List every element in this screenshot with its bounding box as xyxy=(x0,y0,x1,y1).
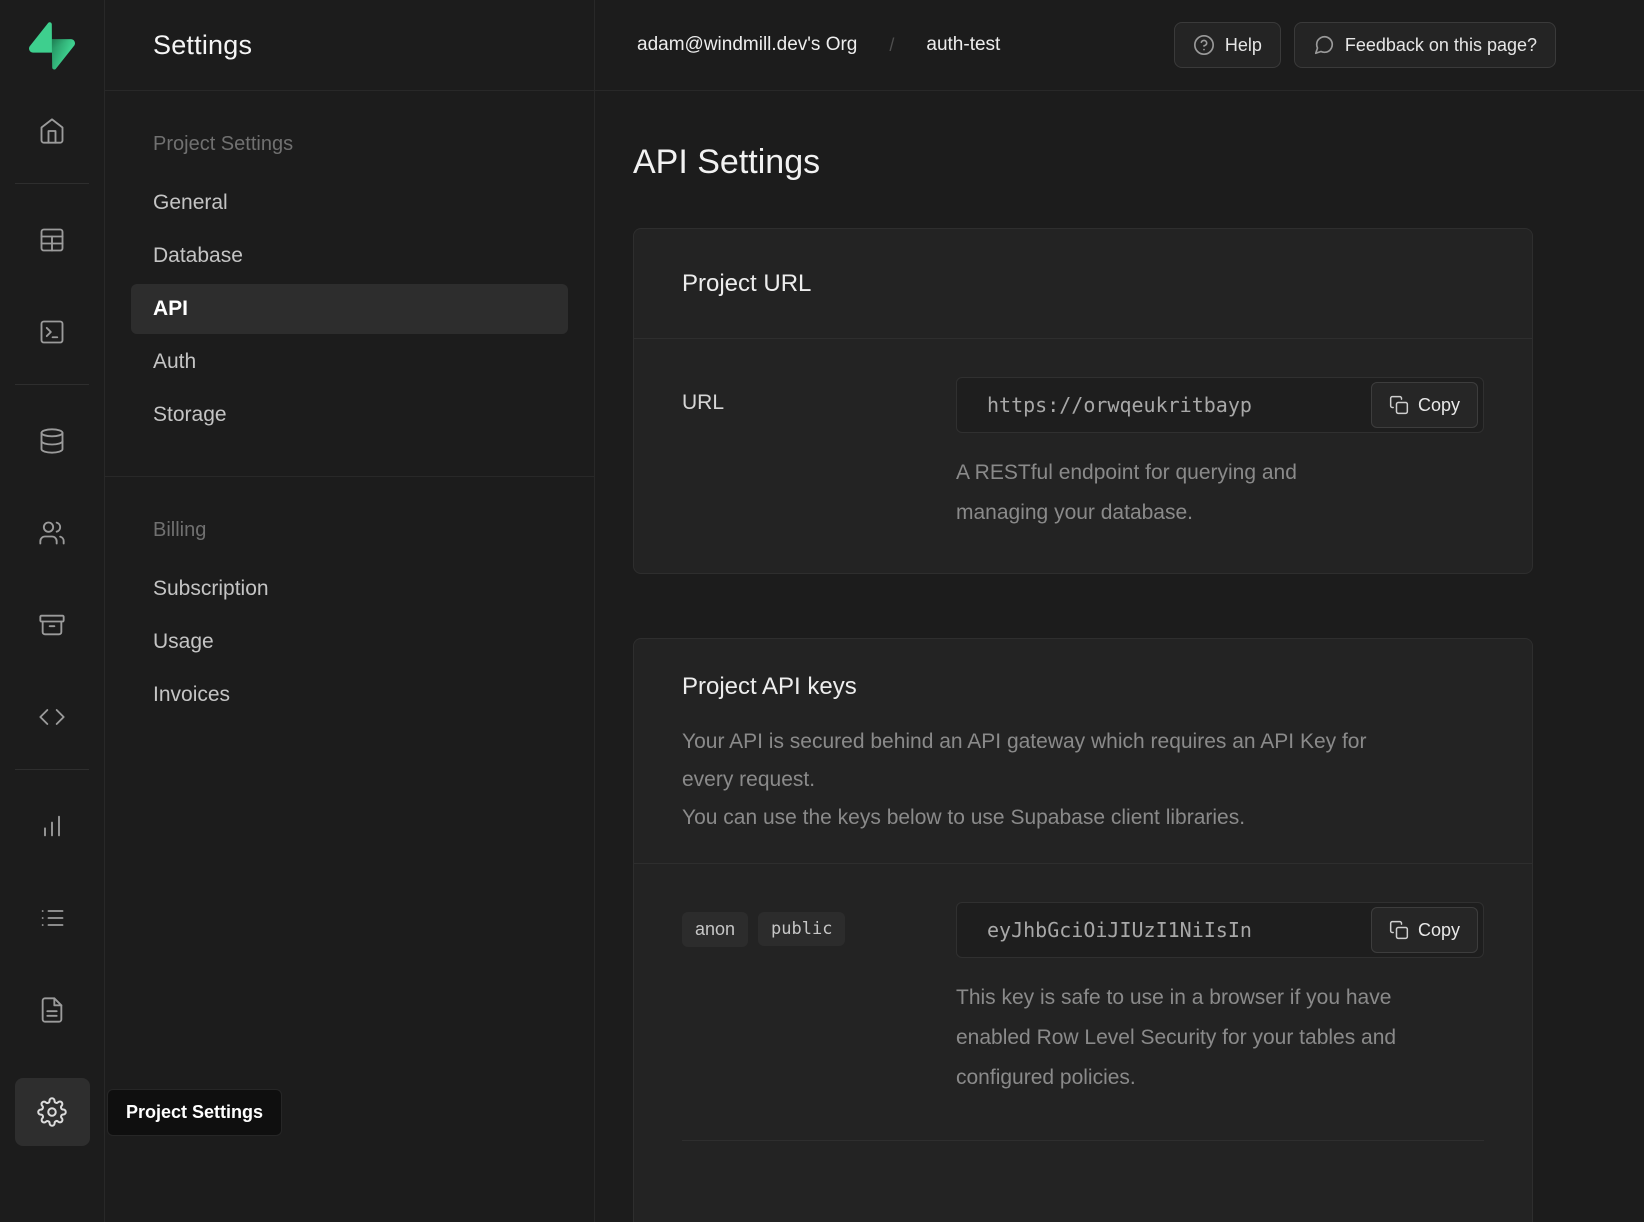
nav-storage-button[interactable] xyxy=(28,601,76,649)
primary-icon-sidebar xyxy=(0,0,105,1222)
settings-gear-icon xyxy=(37,1097,67,1127)
nav-project-settings-button[interactable] xyxy=(15,1078,90,1146)
breadcrumb-separator: / xyxy=(889,35,894,56)
public-badge: public xyxy=(758,912,845,946)
project-url-input[interactable]: https://orwqeukritbayp Copy xyxy=(956,377,1484,433)
settings-sidebar: Settings Project Settings General Databa… xyxy=(105,0,595,1222)
feedback-button[interactable]: Feedback on this page? xyxy=(1294,22,1556,68)
anon-key-badges: anon public xyxy=(682,902,956,1098)
docs-file-icon xyxy=(38,996,66,1024)
storage-archive-icon xyxy=(38,611,66,639)
nav-edge-functions-button[interactable] xyxy=(28,693,76,741)
project-url-card: Project URL URL https://orwqeukritbayp C… xyxy=(633,228,1533,574)
project-settings-section: Project Settings General Database API Au… xyxy=(131,133,568,440)
nav-auth-button[interactable] xyxy=(28,509,76,557)
billing-section: Billing Subscription Usage Invoices xyxy=(131,519,568,720)
sidebar-item-general[interactable]: General xyxy=(131,178,568,228)
nav-database-button[interactable] xyxy=(28,417,76,465)
nav-docs-button[interactable] xyxy=(28,986,76,1034)
copy-anon-key-button[interactable]: Copy xyxy=(1371,907,1478,953)
database-icon xyxy=(38,427,66,455)
nav-table-editor-button[interactable] xyxy=(28,216,76,264)
api-keys-description-1: Your API is secured behind an API gatewa… xyxy=(682,723,1372,799)
anon-key-description: This key is safe to use in a browser if … xyxy=(956,978,1436,1098)
auth-users-icon xyxy=(38,519,66,547)
nav-logs-button[interactable] xyxy=(28,894,76,942)
copy-url-label: Copy xyxy=(1418,395,1460,416)
home-icon xyxy=(38,117,66,145)
feedback-button-label: Feedback on this page? xyxy=(1345,35,1537,56)
api-keys-card: Project API keys Your API is secured beh… xyxy=(633,638,1533,1222)
api-keys-card-title: Project API keys xyxy=(682,673,1484,701)
app-root: Project Settings Settings Project Settin… xyxy=(0,0,1644,1222)
sidebar-item-invoices[interactable]: Invoices xyxy=(131,670,568,720)
feedback-bubble-icon xyxy=(1313,34,1335,56)
topbar: adam@windmill.dev's Org / auth-test Help… xyxy=(595,0,1644,91)
help-button[interactable]: Help xyxy=(1174,22,1281,68)
project-url-description: A RESTful endpoint for querying and mana… xyxy=(956,453,1376,533)
copy-anon-key-label: Copy xyxy=(1418,920,1460,941)
reports-chart-icon xyxy=(38,812,66,840)
project-url-card-body: URL https://orwqeukritbayp Copy A RESTfu… xyxy=(634,339,1532,573)
url-field-value: https://orwqeukritbayp Copy A RESTful en… xyxy=(956,377,1484,533)
settings-sidebar-header: Settings xyxy=(105,0,594,91)
nav-reports-button[interactable] xyxy=(28,802,76,850)
sidebar-item-database[interactable]: Database xyxy=(131,231,568,281)
project-settings-tooltip: Project Settings xyxy=(107,1089,282,1136)
url-field-row: URL https://orwqeukritbayp Copy A RESTfu… xyxy=(682,377,1484,533)
anon-key-input[interactable]: eyJhbGciOiJIUzI1NiIsIn Copy xyxy=(956,902,1484,958)
breadcrumb-project[interactable]: auth-test xyxy=(926,34,1000,56)
topbar-actions: Help Feedback on this page? xyxy=(1174,22,1556,68)
sidebar-item-usage[interactable]: Usage xyxy=(131,617,568,667)
rail-divider xyxy=(15,769,89,770)
logs-list-icon xyxy=(38,904,66,932)
api-keys-card-body: anon public eyJhbGciOiJIUzI1NiIsIn Copy xyxy=(634,864,1532,1222)
supabase-logo[interactable] xyxy=(0,0,105,92)
edge-functions-code-icon xyxy=(38,703,66,731)
project-url-card-title: Project URL xyxy=(682,270,811,298)
sidebar-item-subscription[interactable]: Subscription xyxy=(131,564,568,614)
anon-badge: anon xyxy=(682,912,748,947)
copy-url-button[interactable]: Copy xyxy=(1371,382,1478,428)
page-title: API Settings xyxy=(633,143,1644,182)
copy-icon xyxy=(1389,395,1409,415)
copy-icon xyxy=(1389,920,1409,940)
settings-sidebar-title: Settings xyxy=(153,30,252,61)
api-keys-description-2: You can use the keys below to use Supaba… xyxy=(682,799,1372,837)
rail-divider xyxy=(15,183,89,184)
rail-divider xyxy=(15,384,89,385)
rail-bottom xyxy=(15,1078,90,1146)
help-circle-icon xyxy=(1193,34,1215,56)
nav-sql-editor-button[interactable] xyxy=(28,308,76,356)
project-url-card-header: Project URL xyxy=(634,229,1532,339)
anon-key-value-col: eyJhbGciOiJIUzI1NiIsIn Copy This key is … xyxy=(956,902,1484,1098)
sidebar-item-storage[interactable]: Storage xyxy=(131,390,568,440)
sidebar-divider xyxy=(105,476,594,477)
next-key-row-cutoff xyxy=(682,1140,1484,1222)
main-column: adam@windmill.dev's Org / auth-test Help… xyxy=(595,0,1644,1222)
section-header-project-settings: Project Settings xyxy=(131,133,568,156)
supabase-logo-icon xyxy=(29,22,75,70)
sidebar-item-api[interactable]: API xyxy=(131,284,568,334)
breadcrumb-org[interactable]: adam@windmill.dev's Org xyxy=(637,34,857,56)
sidebar-item-auth[interactable]: Auth xyxy=(131,337,568,387)
project-url-value: https://orwqeukritbayp xyxy=(987,393,1252,417)
anon-key-row: anon public eyJhbGciOiJIUzI1NiIsIn Copy xyxy=(682,902,1484,1098)
rail-nav xyxy=(0,92,104,1222)
sql-editor-icon xyxy=(38,318,66,346)
nav-home-button[interactable] xyxy=(28,107,76,155)
breadcrumb: adam@windmill.dev's Org / auth-test xyxy=(637,34,1000,56)
settings-sidebar-nav: Project Settings General Database API Au… xyxy=(105,91,594,723)
url-field-label: URL xyxy=(682,377,956,533)
section-header-billing: Billing xyxy=(131,519,568,542)
api-settings-content: API Settings Project URL URL https://orw… xyxy=(595,91,1644,1222)
help-button-label: Help xyxy=(1225,35,1262,56)
table-editor-icon xyxy=(38,226,66,254)
api-keys-card-header: Project API keys Your API is secured beh… xyxy=(634,639,1532,864)
anon-key-value: eyJhbGciOiJIUzI1NiIsIn xyxy=(987,918,1252,942)
